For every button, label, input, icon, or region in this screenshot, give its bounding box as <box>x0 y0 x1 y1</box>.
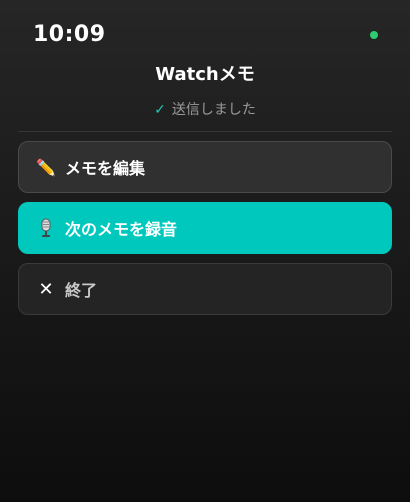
status-bar: 10:09 <box>0 0 410 60</box>
edit-memo-label: メモを編集 <box>65 159 146 178</box>
record-next-memo-label: 次のメモを録音 <box>65 220 178 239</box>
exit-button[interactable]: ✕ 終了 <box>18 263 392 315</box>
microphone-icon <box>35 218 57 238</box>
app-title: Watchメモ <box>155 64 255 85</box>
sent-status: ✓ 送信しました <box>0 99 410 119</box>
pencil-icon: ✏️ <box>36 157 56 177</box>
sent-status-label: 送信しました <box>171 102 256 118</box>
status-time: 10:09 <box>33 22 106 47</box>
exit-label: 終了 <box>65 281 98 300</box>
status-indicator-dot <box>370 31 378 39</box>
record-next-memo-button[interactable]: 次のメモを録音 <box>18 202 392 254</box>
close-icon: ✕ <box>38 278 54 300</box>
header-divider <box>18 131 392 132</box>
edit-memo-button[interactable]: ✏️ メモを編集 <box>18 141 392 193</box>
check-icon: ✓ <box>154 102 166 118</box>
